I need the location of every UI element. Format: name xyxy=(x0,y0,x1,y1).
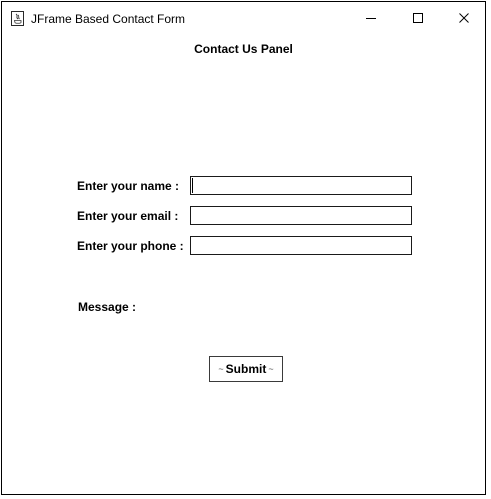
app-window: JFrame Based Contact Form Contact Us Pan… xyxy=(1,1,486,495)
minimize-icon xyxy=(366,18,376,19)
email-field[interactable] xyxy=(190,206,412,225)
maximize-button[interactable] xyxy=(395,2,441,34)
panel-heading: Contact Us Panel xyxy=(194,42,293,56)
text-caret xyxy=(192,178,193,193)
phone-field[interactable] xyxy=(190,236,412,255)
message-label: Message : xyxy=(78,300,137,314)
name-field[interactable] xyxy=(190,176,412,195)
focus-decoration-right: ~ xyxy=(268,364,274,374)
title-bar[interactable]: JFrame Based Contact Form xyxy=(2,2,485,34)
phone-label: Enter your phone : xyxy=(77,239,184,253)
close-button[interactable] xyxy=(441,2,487,34)
minimize-button[interactable] xyxy=(348,2,394,34)
name-label: Enter your name : xyxy=(77,179,180,193)
maximize-icon xyxy=(413,13,423,23)
window-title: JFrame Based Contact Form xyxy=(31,12,186,26)
focus-decoration-left: ~ xyxy=(218,364,224,374)
close-icon xyxy=(459,13,469,23)
java-app-icon xyxy=(11,11,24,26)
submit-button[interactable]: ~ Submit ~ xyxy=(209,356,283,382)
email-label: Enter your email : xyxy=(77,209,179,223)
submit-label: Submit xyxy=(225,362,267,376)
